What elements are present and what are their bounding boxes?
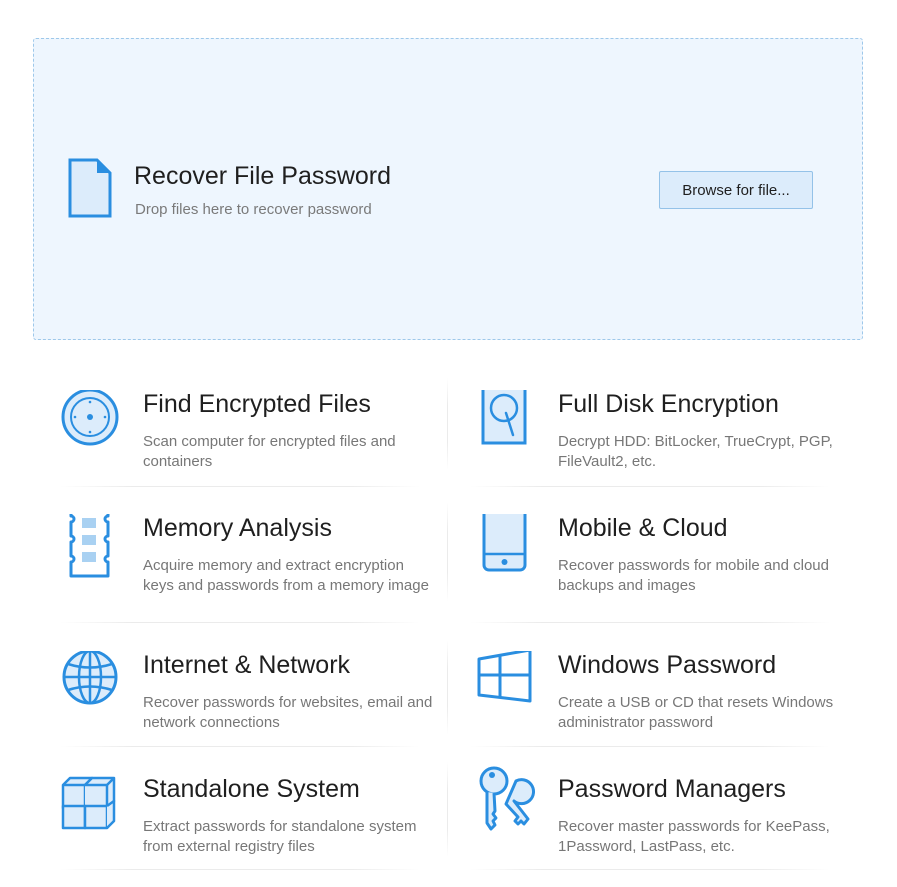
globe-icon (62, 651, 118, 705)
tile-description: Recover passwords for websites, email an… (143, 694, 433, 731)
tile-memory-analysis[interactable]: Memory Analysis Acquire memory and extra… (61, 514, 441, 626)
tile-title: Memory Analysis (143, 514, 332, 542)
memory-chip-icon (69, 514, 110, 578)
tile-description: Recover passwords for mobile and cloud b… (558, 557, 829, 594)
hard-drive-icon (481, 390, 527, 445)
tile-description: Extract passwords for standalone system … (143, 818, 417, 855)
tile-title: Full Disk Encryption (558, 390, 779, 418)
tile-find-encrypted-files[interactable]: Find Encrypted Files Scan computer for e… (61, 390, 441, 502)
tile-description: Scan computer for encrypted files and co… (143, 433, 396, 470)
tile-full-disk-encryption[interactable]: Full Disk Encryption Decrypt HDD: BitLoc… (476, 390, 856, 502)
tile-title: Standalone System (143, 775, 360, 803)
tile-title: Windows Password (558, 651, 777, 679)
tile-title: Mobile & Cloud (558, 514, 728, 542)
column-divider (447, 640, 448, 735)
document-icon (68, 158, 112, 218)
cubes-icon (61, 776, 116, 830)
file-drop-zone[interactable]: Recover File Password Drop files here to… (33, 38, 863, 340)
disk-scan-icon (61, 390, 119, 446)
tile-mobile-and-cloud[interactable]: Mobile & Cloud Recover passwords for mob… (476, 514, 856, 626)
keys-icon (479, 766, 535, 831)
tile-internet-and-network[interactable]: Internet & Network Recover passwords for… (61, 651, 441, 763)
column-divider (447, 502, 448, 602)
mobile-phone-icon (482, 514, 527, 572)
tile-standalone-system[interactable]: Standalone System Extract passwords for … (61, 775, 441, 887)
tile-description: Acquire memory and extract encryption ke… (143, 557, 429, 594)
column-divider (447, 762, 448, 857)
windows-logo-icon (477, 651, 532, 703)
drop-zone-title: Recover File Password (134, 162, 392, 190)
tile-description: Create a USB or CD that resets Windows a… (558, 694, 834, 731)
drop-zone-subtitle: Drop files here to recover password (135, 201, 372, 218)
tile-description: Decrypt HDD: BitLocker, TrueCrypt, PGP, … (558, 433, 833, 470)
tile-windows-password[interactable]: Windows Password Create a USB or CD that… (476, 651, 856, 763)
tile-title: Internet & Network (143, 651, 351, 679)
column-divider (447, 378, 448, 470)
tile-title: Password Managers (558, 775, 786, 803)
tile-description: Recover master passwords for KeePass, 1P… (558, 818, 830, 855)
tile-password-managers[interactable]: Password Managers Recover master passwor… (476, 766, 856, 887)
browse-for-file-button[interactable]: Browse for file... (659, 171, 813, 209)
tile-title: Find Encrypted Files (143, 390, 371, 418)
